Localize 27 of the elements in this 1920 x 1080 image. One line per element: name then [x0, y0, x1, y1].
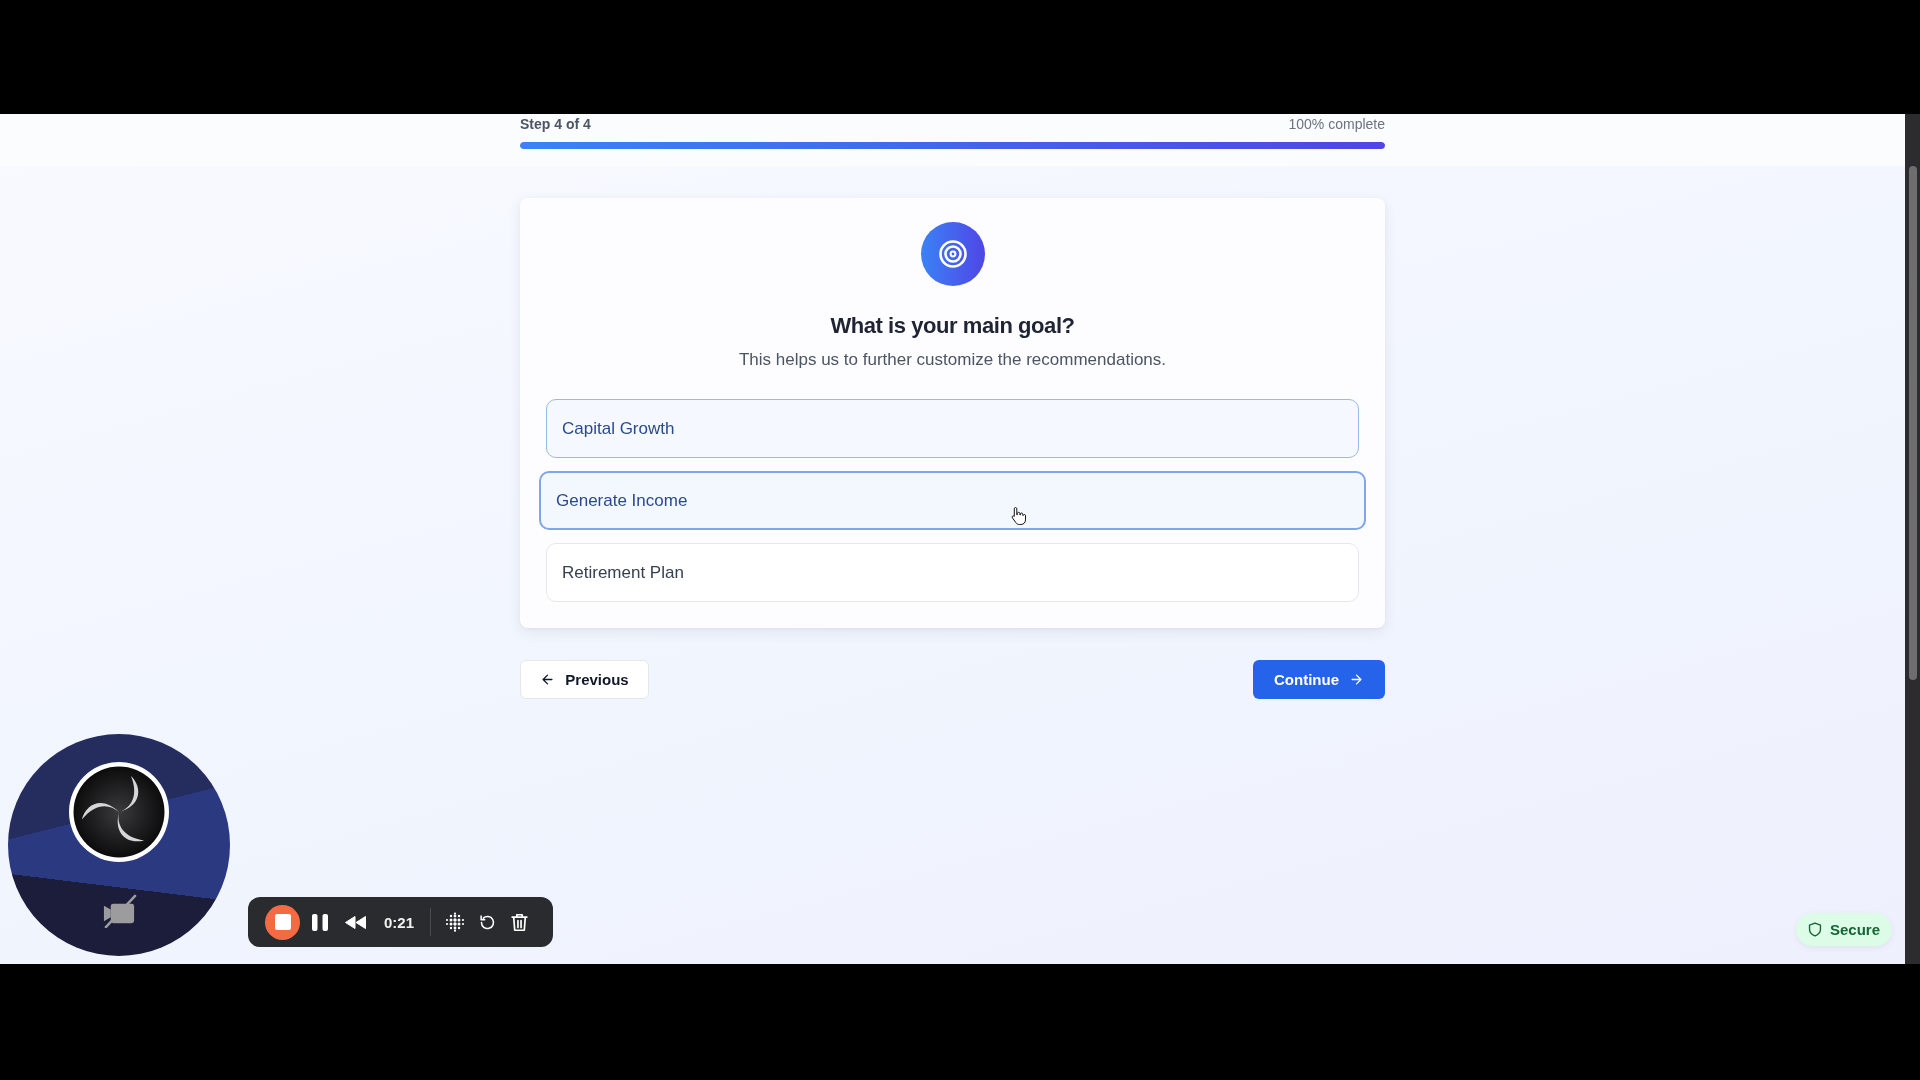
stop-icon [274, 914, 291, 930]
arrow-left-icon [540, 672, 556, 687]
hand-cursor-icon [1011, 506, 1026, 525]
previous-button[interactable]: Previous [520, 660, 649, 699]
grid-dots-icon[interactable] [445, 912, 466, 932]
shield-icon [1808, 922, 1822, 937]
answer-option[interactable]: Generate Income [539, 471, 1366, 530]
recorder-logo-icon [69, 762, 169, 862]
scrollbar[interactable] [1905, 114, 1920, 964]
target-icon [920, 222, 985, 286]
stop-button[interactable] [265, 904, 300, 940]
trash-icon[interactable] [511, 912, 529, 932]
step-label: Step 4 of 4 [520, 116, 591, 132]
camera-off-icon [102, 893, 137, 928]
answer-option[interactable]: Retirement Plan [546, 543, 1359, 602]
arrow-right-icon [1349, 672, 1364, 687]
secure-label: Secure [1830, 921, 1881, 938]
question-title: What is your main goal? [830, 312, 1075, 340]
answer-option[interactable]: Capital Growth [546, 399, 1359, 458]
progress-percent: 100% complete [1288, 116, 1385, 132]
restart-icon[interactable] [479, 913, 497, 931]
scrollbar-thumb[interactable] [1909, 166, 1917, 680]
rewind-icon[interactable] [345, 915, 366, 929]
pause-icon[interactable] [312, 913, 328, 931]
question-subtitle: This helps us to further customize the recommendations. [738, 349, 1167, 371]
recording-time: 0:21 [384, 913, 415, 931]
continue-button[interactable]: Continue [1253, 660, 1385, 699]
